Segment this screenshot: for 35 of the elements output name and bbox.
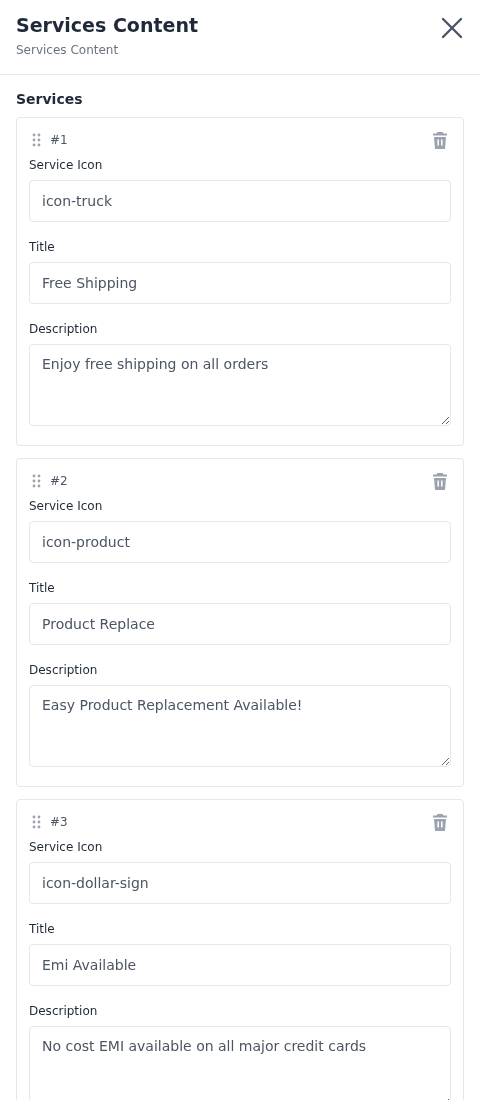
item-number: #2	[50, 474, 69, 488]
textarea-field[interactable]: Enjoy free shipping on all orders	[29, 344, 451, 426]
item-number: #1	[50, 133, 69, 147]
drag-handle-icon[interactable]	[32, 133, 42, 147]
field-label: Description	[29, 662, 99, 678]
field-label: Service Icon	[29, 157, 104, 173]
panel-subtitle: Services Content	[16, 42, 120, 58]
textarea-field[interactable]: Easy Product Replacement Available!	[29, 685, 451, 767]
drag-handle-icon[interactable]	[32, 474, 42, 488]
delete-button[interactable]	[431, 472, 449, 490]
input-field[interactable]: icon-truck	[29, 180, 451, 222]
input-field[interactable]: icon-product	[29, 521, 451, 563]
drag-handle-icon[interactable]	[32, 815, 42, 829]
textarea-field[interactable]: No cost EMI available on all major credit cards	[29, 1026, 451, 1100]
input-field[interactable]: Free Shipping	[29, 262, 451, 304]
delete-button[interactable]	[431, 813, 449, 831]
close-button[interactable]	[440, 16, 464, 40]
field-label: Description	[29, 321, 99, 337]
field-label: Description	[29, 1003, 99, 1019]
trash-icon	[433, 813, 447, 831]
field-label: Title	[29, 921, 56, 937]
input-field[interactable]: Product Replace	[29, 603, 451, 645]
section-title: Services	[16, 90, 84, 109]
delete-button[interactable]	[431, 131, 449, 149]
field-label: Title	[29, 580, 56, 596]
input-field[interactable]: icon-dollar-sign	[29, 862, 451, 904]
panel-title: Services Content	[16, 13, 198, 38]
close-icon	[440, 16, 464, 40]
trash-icon	[433, 131, 447, 149]
field-label: Title	[29, 239, 56, 255]
trash-icon	[433, 472, 447, 490]
input-field[interactable]: Emi Available	[29, 944, 451, 986]
field-label: Service Icon	[29, 498, 104, 514]
field-label: Service Icon	[29, 839, 104, 855]
item-number: #3	[50, 815, 69, 829]
